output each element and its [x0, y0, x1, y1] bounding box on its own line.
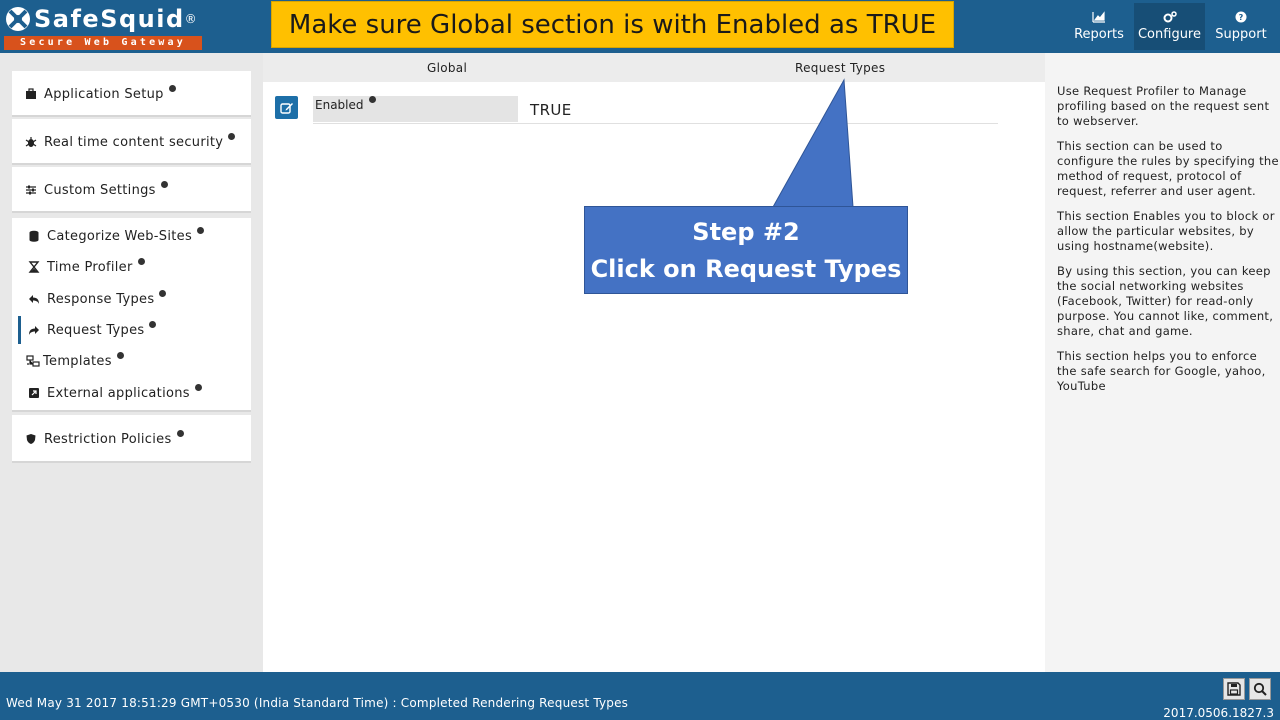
info-icon[interactable] — [368, 96, 376, 103]
reply-icon — [27, 292, 41, 306]
search-button[interactable] — [1249, 678, 1271, 700]
info-icon[interactable] — [159, 289, 167, 297]
sidebar-label: Categorize Web-Sites — [47, 228, 193, 244]
sidebar-label: External applications — [47, 385, 190, 401]
external-icon — [27, 386, 41, 400]
info-icon[interactable] — [228, 132, 236, 140]
sidebar-group-real-time-content-security[interactable]: Real time content security — [12, 119, 251, 165]
database-icon — [27, 229, 41, 243]
sliders-icon — [24, 183, 38, 197]
nav-support-label: Support — [1215, 27, 1267, 42]
hourglass-icon — [27, 260, 41, 274]
sidebar-item-time-profiler[interactable]: Time Profiler — [12, 252, 251, 282]
info-icon[interactable] — [116, 351, 124, 359]
sidebar-group-restriction-policies[interactable]: Restriction Policies — [12, 415, 251, 463]
info-icon[interactable] — [176, 429, 184, 437]
sidebar-item-templates[interactable]: Templates — [12, 346, 251, 376]
field-divider — [313, 123, 998, 124]
section-tabs: Global Request Types — [263, 53, 1045, 82]
tab-request-types[interactable]: Request Types — [795, 61, 885, 75]
svg-text:?: ? — [1239, 13, 1244, 22]
nav-support[interactable]: ? Support — [1210, 3, 1272, 50]
nav-configure[interactable]: Configure — [1134, 3, 1205, 50]
sidebar-label: Time Profiler — [47, 259, 133, 275]
main-content: Global Request Types Enabled TRUE — [263, 53, 1045, 672]
chart-icon — [1092, 11, 1105, 23]
question-icon: ? — [1235, 11, 1247, 23]
save-icon — [1227, 682, 1241, 696]
shield-icon — [24, 432, 38, 446]
info-icon[interactable] — [168, 84, 176, 92]
edit-icon — [279, 102, 293, 114]
step-callout: Step #2 Click on Request Types — [584, 206, 908, 294]
squid-logo-icon — [6, 7, 30, 31]
sidebar-label: Templates — [43, 353, 112, 369]
sidebar-item-response-types[interactable]: Response Types — [12, 284, 251, 314]
callout-step: Step #2 — [692, 218, 800, 246]
search-icon — [1253, 682, 1267, 696]
callout-instruction: Click on Request Types — [590, 255, 902, 283]
version-label: 2017.0506.1827.3 — [1163, 706, 1274, 720]
nav-reports-label: Reports — [1074, 27, 1124, 42]
sidebar-label: Request Types — [47, 322, 145, 338]
help-paragraph: This section Enables you to block or all… — [1057, 209, 1275, 253]
left-sidebar: Application Setup Real time content secu… — [0, 53, 263, 672]
help-paragraph: This section helps you to enforce the sa… — [1057, 349, 1266, 393]
sidebar-label: Application Setup — [44, 86, 164, 102]
info-icon[interactable] — [149, 320, 157, 328]
logo-registered: ® — [184, 12, 197, 26]
save-button[interactable] — [1223, 678, 1245, 700]
safesquid-logo[interactable]: SafeSquid ® Secure Web Gateway — [4, 3, 202, 51]
enabled-field-label: Enabled — [313, 96, 518, 122]
help-panel: Use Request Profiler to Manage profiling… — [1045, 53, 1280, 672]
info-icon[interactable] — [197, 226, 205, 234]
help-paragraph: This section can be used to configure th… — [1057, 139, 1279, 198]
sidebar-item-request-types[interactable]: Request Types — [12, 315, 251, 345]
sidebar-group-application-setup[interactable]: Application Setup — [12, 71, 251, 117]
gears-icon — [1163, 11, 1177, 23]
nav-reports[interactable]: Reports — [1068, 3, 1130, 50]
nav-configure-label: Configure — [1137, 27, 1201, 42]
info-icon[interactable] — [160, 180, 168, 188]
logo-text: SafeSquid — [34, 5, 185, 33]
enabled-field-value: TRUE — [530, 101, 572, 119]
sidebar-group-custom-settings[interactable]: Custom Settings — [12, 167, 251, 213]
sidebar-label: Real time content security — [44, 134, 224, 150]
sidebar-subsection: Categorize Web-Sites Time Profiler Respo… — [12, 218, 251, 412]
sidebar-label: Restriction Policies — [44, 431, 172, 447]
bug-icon — [24, 135, 38, 149]
share-icon — [27, 323, 41, 337]
sidebar-label: Custom Settings — [44, 182, 156, 198]
sidebar-item-categorize-web-sites[interactable]: Categorize Web-Sites — [12, 221, 251, 251]
status-bar: Wed May 31 2017 18:51:29 GMT+0530 (India… — [0, 672, 1280, 720]
status-text: Wed May 31 2017 18:51:29 GMT+0530 (India… — [6, 696, 629, 710]
info-icon[interactable] — [137, 257, 145, 265]
info-icon[interactable] — [194, 383, 202, 391]
help-paragraph: By using this section, you can keep the … — [1057, 264, 1274, 338]
tab-global[interactable]: Global — [427, 61, 467, 75]
edit-button[interactable] — [275, 96, 298, 119]
briefcase-icon — [24, 87, 38, 101]
sidebar-label: Response Types — [47, 291, 155, 307]
top-header: SafeSquid ® Secure Web Gateway Make sure… — [0, 0, 1280, 53]
sitemap-icon — [25, 354, 41, 368]
field-label-text: Enabled — [315, 98, 364, 112]
logo-tagline: Secure Web Gateway — [4, 36, 202, 50]
instruction-banner: Make sure Global section is with Enabled… — [271, 1, 954, 48]
help-paragraph: Use Request Profiler to Manage profiling… — [1057, 84, 1270, 128]
sidebar-item-external-applications[interactable]: External applications — [12, 378, 251, 408]
